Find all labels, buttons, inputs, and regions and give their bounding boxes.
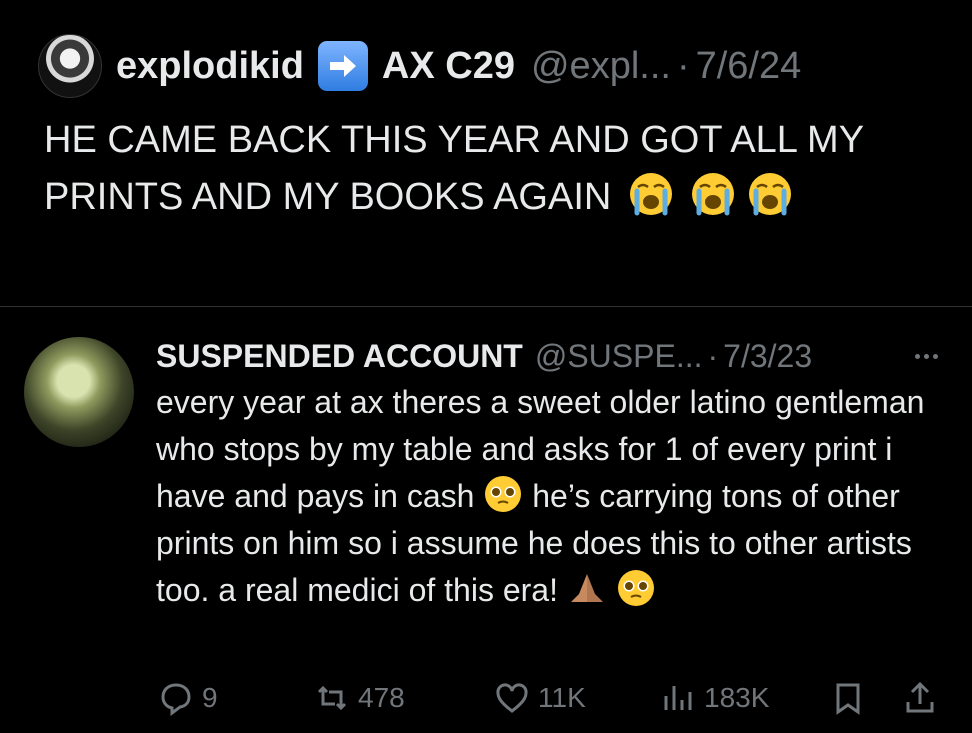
bookmark-button[interactable]	[830, 668, 874, 728]
view-count: 183K	[704, 682, 770, 713]
right-arrow-icon	[317, 41, 368, 91]
retweet-icon	[317, 685, 347, 711]
user-handle[interactable]: @SUSPE...	[535, 338, 703, 375]
loudly-crying-face-icon	[692, 173, 735, 216]
tweet-date[interactable]: 7/3/23	[723, 338, 812, 375]
share-button[interactable]	[902, 668, 946, 728]
pleading-face-icon	[485, 476, 522, 512]
avatar[interactable]	[24, 337, 134, 447]
heart-icon	[496, 683, 528, 713]
loudly-crying-face-icon	[749, 173, 792, 216]
bookmark-icon	[836, 683, 860, 715]
reply-icon	[161, 683, 191, 716]
display-name[interactable]: SUSPENDED ACCOUNT	[156, 338, 523, 375]
display-name-suffix[interactable]: AX C29	[382, 45, 515, 88]
retweet-button[interactable]: 478	[314, 668, 405, 728]
separator-dot: ·	[707, 337, 719, 374]
loudly-crying-face-icon	[629, 173, 672, 216]
display-name[interactable]: explodikid	[116, 45, 304, 88]
more-options-icon[interactable]	[906, 333, 946, 379]
bar-chart-icon	[664, 686, 692, 710]
like-count: 11K	[538, 682, 586, 713]
quoted-tweet-text: every year at ax theres a sweet older la…	[156, 379, 956, 614]
quoted-tweet-header: SUSPENDED ACCOUNT @SUSPE... · 7/3/23	[156, 333, 812, 379]
tweet-text: HE CAME BACK THIS YEAR AND GOT ALL MY PR…	[44, 112, 924, 226]
user-handle[interactable]: @expl...	[531, 45, 671, 88]
retweet-count: 478	[358, 682, 405, 713]
pleading-face-icon	[617, 570, 654, 606]
share-icon	[906, 681, 934, 713]
tweet-body: HE CAME BACK THIS YEAR AND GOT ALL MY PR…	[44, 119, 864, 218]
folded-hands-icon	[570, 574, 603, 602]
tweet-date[interactable]: 7/6/24	[696, 45, 802, 88]
reply-button[interactable]: 9	[158, 668, 218, 728]
like-button[interactable]: 11K	[494, 668, 586, 728]
views-button[interactable]: 183K	[660, 668, 769, 728]
action-bar: 9 478 11K 183K	[0, 668, 972, 728]
tweet-card: explodikid AX C29 @expl... · 7/6/24 HE C…	[0, 0, 972, 733]
reply-count: 9	[202, 682, 218, 713]
tweet-header: explodikid AX C29 @expl... · 7/6/24	[38, 34, 802, 98]
separator-dot: ·	[676, 44, 690, 87]
avatar[interactable]	[38, 34, 102, 98]
